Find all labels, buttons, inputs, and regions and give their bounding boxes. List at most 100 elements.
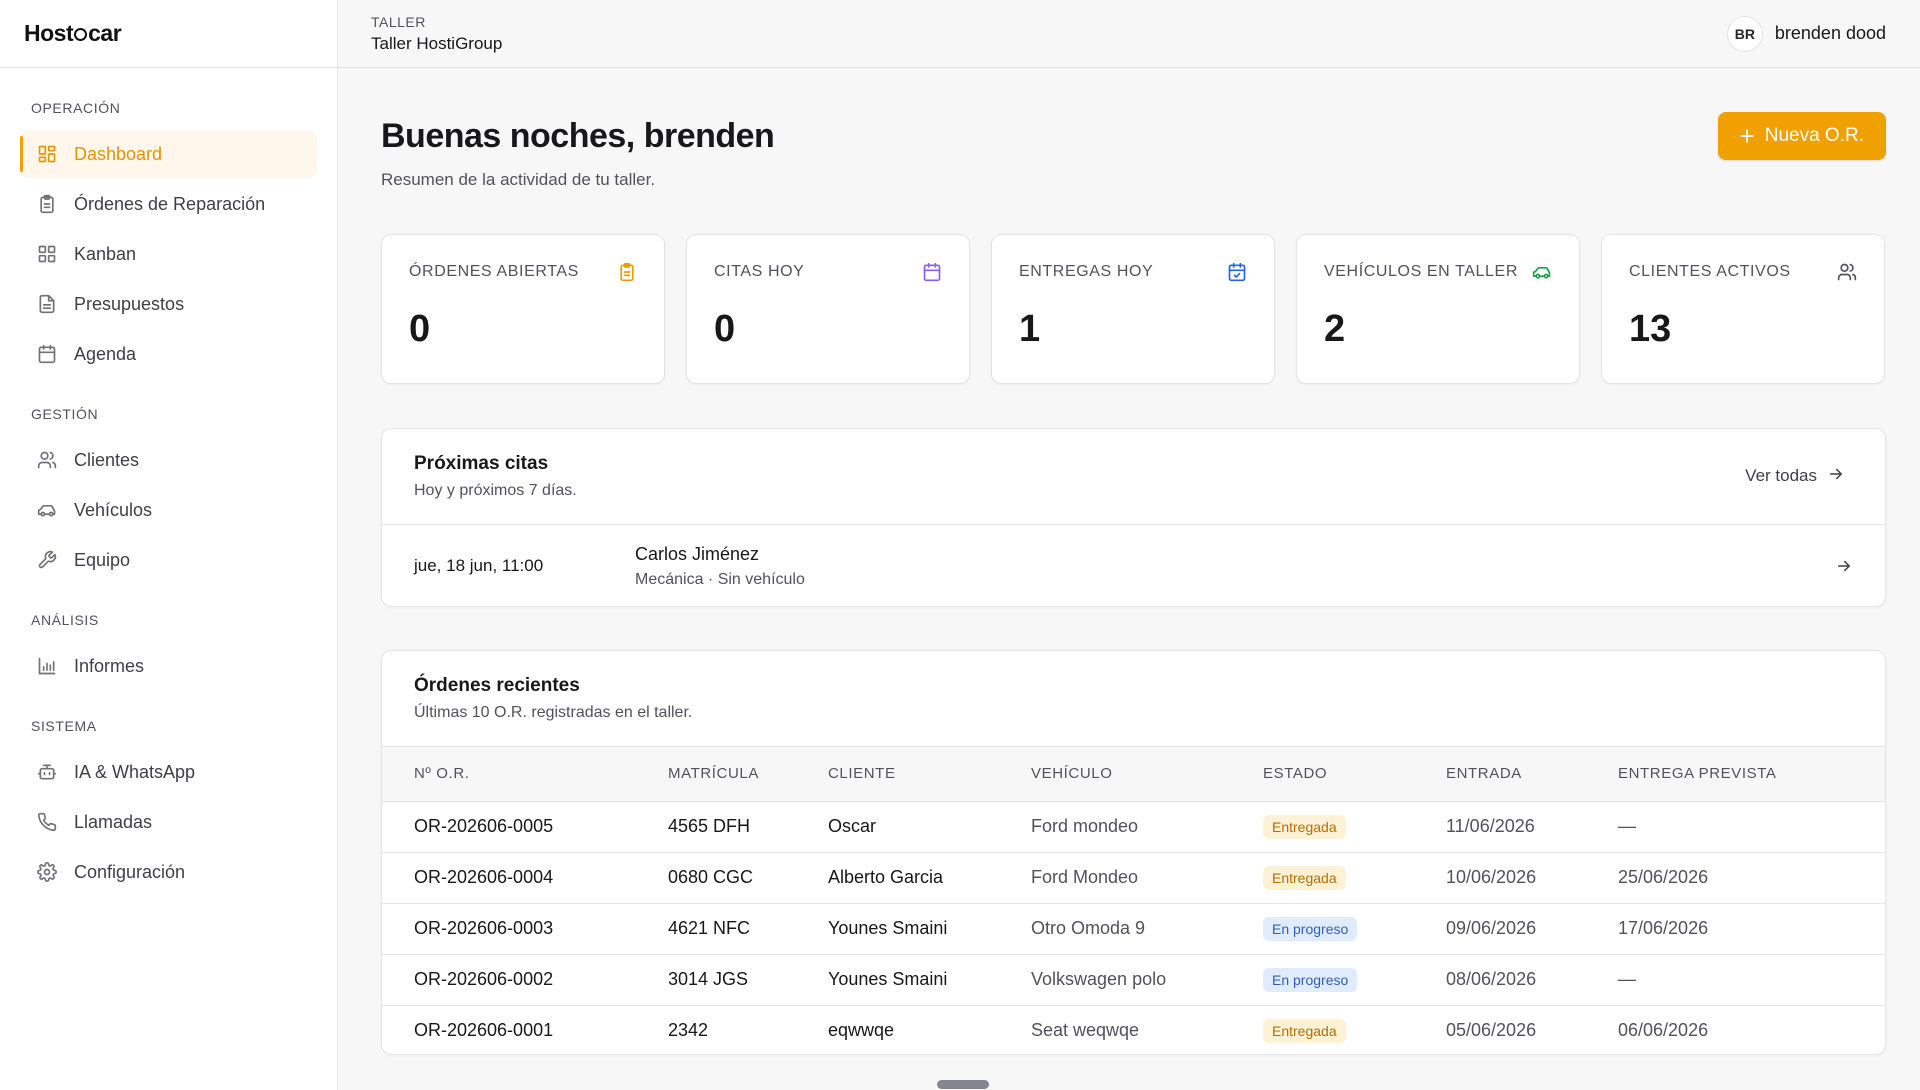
table-row[interactable]: OR-202606-0002 3014 JGS Younes Smaini Volks… [382,954,1885,1006]
sidebar-item-configuracion[interactable]: Configuración [20,848,317,896]
cell-status: Entregada [1263,1005,1446,1054]
calendar-icon [36,343,58,365]
sidebar-item-label: Equipo [74,549,131,570]
table-header-row: Nº O.R. MATRÍCULA CLIENTE VEHÍCULO ESTADO ENT… [382,747,1885,801]
nav-section-title: OPERACIÓN [31,100,121,116]
calendar-check-icon [1226,261,1248,283]
appointments-list: jue, 18 jun, 11:00 Carlos Jiménez Mecáni… [382,525,1885,607]
cell-status: Entregada [1263,852,1446,904]
sidebar-item-agenda[interactable]: Agenda [20,330,317,378]
sidebar-item-label: Agenda [74,343,137,364]
cell-plate: 4565 DFH [668,801,828,853]
nav-section-title: GESTIÓN [31,406,99,422]
stat-card-ordenes-abiertas[interactable]: ÓRDENES ABIERTAS 0 [381,234,665,384]
dashboard-content: Buenas noches, brenden Resumen de la act… [338,112,1920,1055]
avatar[interactable]: BR [1726,15,1763,52]
new-order-button[interactable]: + Nueva O.R. [1717,112,1886,160]
orders-subtitle: Últimas 10 O.R. registradas en el taller… [414,704,693,721]
status-badge: En progreso [1263,916,1358,941]
cell-due-date: 25/06/2026 [1618,852,1885,904]
cell-status: En progreso [1263,954,1446,1006]
stat-card-entregas-hoy[interactable]: ENTREGAS HOY 1 [991,234,1275,384]
view-all-link[interactable]: Ver todas [1745,453,1853,499]
logo-text-right: car [88,20,122,46]
nav-section-gestion: GESTIÓN Clientes Vehículos Equipo [20,404,317,584]
sidebar-item-llamadas[interactable]: Llamadas [20,798,317,846]
nav-section-sistema: SISTEMA IA & WhatsApp Llamadas Configuració… [20,716,317,896]
sidebar-item-equipo[interactable]: Equipo [20,536,317,584]
sidebar-item-clientes[interactable]: Clientes [20,436,317,484]
sidebar-item-informes[interactable]: Informes [20,642,317,690]
nav-section-title: SISTEMA [31,718,97,734]
stat-header: CLIENTES ACTIVOS [1629,261,1858,283]
appointments-subtitle: Hoy y próximos 7 días. [414,482,577,499]
nav-section-operacion: OPERACIÓN Dashboard Órdenes de Reparación K… [20,98,317,378]
stat-card-citas-hoy[interactable]: CITAS HOY 0 [686,234,970,384]
orders-table: Nº O.R. MATRÍCULA CLIENTE VEHÍCULO ESTADO ENT… [382,747,1885,1054]
column-header-entrega-prevista: ENTREGA PREVISTA [1618,765,1777,783]
nav-section-title: ANÁLISIS [31,612,99,628]
logo-text-left: Host [24,20,74,46]
sidebar-item-kanban[interactable]: Kanban [20,230,317,278]
arrow-right-icon[interactable] [1835,557,1853,575]
wrench-icon [36,549,58,571]
cell-vehicle: Ford Mondeo [1031,852,1263,904]
car-icon [1531,261,1553,283]
stat-header: CITAS HOY [714,261,943,283]
table-row[interactable]: OR-202606-0003 4621 NFC Younes Smaini Otro … [382,903,1885,955]
sidebar-item-dashboard[interactable]: Dashboard [20,130,317,178]
workshop-info: TALLER Taller HostiGroup [371,14,502,54]
column-header-matricula: MATRÍCULA [668,765,759,783]
orders-table-body: OR-202606-0005 4565 DFH Oscar Ford mondeo En… [382,801,1885,1054]
sidebar-item-vehiculos[interactable]: Vehículos [20,486,317,534]
sidebar-item-ia-whatsapp[interactable]: IA & WhatsApp [20,748,317,796]
workshop-name: Taller HostiGroup [371,33,503,53]
sidebar-item-ordenes-de-reparacion[interactable]: Órdenes de Reparación [20,180,317,228]
status-badge: Entregada [1263,814,1346,839]
appointments-header: Próximas citas Hoy y próximos 7 días. Ve… [382,429,1885,525]
phone-icon [36,811,58,833]
kanban-grid-icon [36,243,58,265]
stat-label: CLIENTES ACTIVOS [1629,263,1791,280]
cell-entry-date: 10/06/2026 [1446,852,1618,904]
cell-vehicle: Otro Omoda 9 [1031,903,1263,955]
page-title: Buenas noches, brenden [381,117,775,155]
user-name[interactable]: brenden dood [1775,23,1886,44]
cell-client: Oscar [828,801,1031,853]
logo-bar: Host car [0,0,337,68]
cell-due-date: — [1618,801,1885,853]
cell-vehicle: Ford mondeo [1031,801,1263,853]
table-row[interactable]: OR-202606-0001 2342 eqwwqe Seat weqwqe Entre… [382,1005,1885,1054]
appointment-row[interactable]: jue, 18 jun, 11:00 Carlos Jiménez Mecáni… [382,525,1885,607]
table-row[interactable]: OR-202606-0004 0680 CGC Alberto Garcia Ford… [382,852,1885,904]
sidebar-item-label: Presupuestos [74,293,185,314]
cell-entry-date: 09/06/2026 [1446,903,1618,955]
sidebar-item-label: Dashboard [74,143,163,164]
document-icon [36,293,58,315]
app-logo[interactable]: Host car [24,20,122,47]
gear-icon [36,861,58,883]
sidebar-item-presupuestos[interactable]: Presupuestos [20,280,317,328]
column-header-n-o-r: Nº O.R. [414,765,470,783]
bot-icon [36,761,58,783]
table-row[interactable]: OR-202606-0005 4565 DFH Oscar Ford mondeo En… [382,801,1885,853]
bar-chart-icon [36,655,58,677]
appointment-client: Carlos Jiménez [635,543,760,564]
stat-card-clientes-activos[interactable]: CLIENTES ACTIVOS 13 [1601,234,1885,384]
stat-header: ENTREGAS HOY [1019,261,1248,283]
stat-card-vehiculos-en-taller[interactable]: VEHÍCULOS EN TALLER 2 [1296,234,1580,384]
cell-entry-date: 08/06/2026 [1446,954,1618,1006]
cell-vehicle: Seat weqwqe [1031,1020,1140,1041]
scroll-handle[interactable] [937,1080,989,1089]
column-header-cliente: CLIENTE [828,765,896,783]
sidebar-item-label: Kanban [74,243,137,264]
sidebar-nav: OPERACIÓN Dashboard Órdenes de Reparación K… [0,68,337,896]
cell-client: Younes Smaini [828,954,1031,1006]
column-header-estado: ESTADO [1263,765,1328,783]
cell-order-id: OR-202606-0002 [382,954,668,1006]
user-menu[interactable]: BR brenden dood [1726,15,1886,52]
clipboard-icon [36,193,58,215]
users-icon [36,449,58,471]
cell-plate: 2342 [668,1020,709,1041]
new-order-label: Nueva O.R. [1764,125,1864,146]
